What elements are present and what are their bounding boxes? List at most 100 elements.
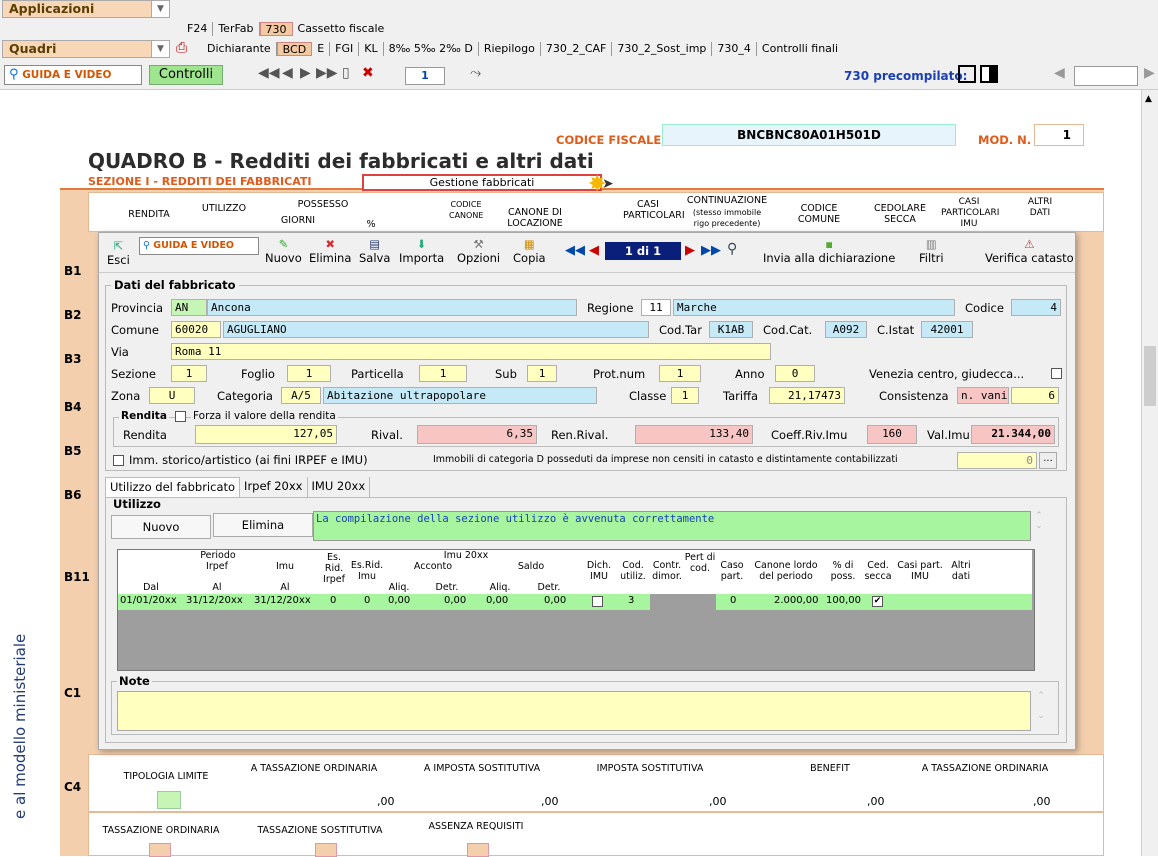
tab-730-2-sost-imp[interactable]: 730_2_Sost_imp <box>612 42 713 56</box>
delete-page-icon[interactable]: ✖ <box>362 65 374 81</box>
sub-field[interactable]: 1 <box>527 365 557 382</box>
categoria-desc-field[interactable]: Abitazione ultrapopolare <box>323 387 597 404</box>
first-record-icon[interactable]: ◀◀ <box>565 243 585 258</box>
c4-value-4[interactable]: ,00 <box>867 795 885 808</box>
tab-utilizzo-fabbricato[interactable]: Utilizzo del fabbricato <box>105 477 241 497</box>
rendita-field[interactable]: 127,05 <box>195 425 337 444</box>
particella-field[interactable]: 1 <box>419 365 467 382</box>
c4-value-1[interactable]: ,00 <box>377 795 395 808</box>
tab-f24[interactable]: F24 <box>182 22 214 36</box>
next-page-icon[interactable]: ▶ <box>300 65 311 81</box>
storico-checkbox[interactable] <box>113 455 124 466</box>
note-scroll[interactable]: ⌃ ⌄ <box>1033 691 1049 731</box>
last-page-icon[interactable]: ▶▶ <box>316 65 338 81</box>
cell-dich-imu-checkbox[interactable] <box>592 596 603 607</box>
scroll-left-icon[interactable]: ◀ <box>1054 65 1065 81</box>
renrival-field[interactable]: 133,40 <box>635 425 753 444</box>
controlli-button[interactable]: Controlli <box>149 65 223 85</box>
goto-page-icon[interactable]: ⤳ <box>470 65 481 81</box>
chevron-down-icon[interactable]: ▼ <box>151 1 169 17</box>
prev-record-icon[interactable]: ◀ <box>589 243 599 258</box>
scroll-right-icon[interactable]: ▶ <box>1144 65 1155 81</box>
protnum-field[interactable]: 1 <box>659 365 701 382</box>
gestione-fabbricati-button[interactable]: Gestione fabbricati <box>362 174 602 191</box>
regione-name-field[interactable]: Marche <box>673 299 955 316</box>
split-window-icon[interactable] <box>980 65 998 83</box>
mod-n-field[interactable]: 1 <box>1034 124 1084 146</box>
tab-fgi[interactable]: FGI <box>330 42 360 56</box>
scrollbar-thumb[interactable] <box>1144 346 1156 406</box>
quadri-combo[interactable]: Quadri ▼ <box>2 40 170 58</box>
sezione-field[interactable]: 1 <box>171 365 207 382</box>
search-input[interactable] <box>1074 66 1138 86</box>
via-field[interactable]: Roma 11 <box>171 343 771 360</box>
table-row[interactable]: 01/01/20xx 31/12/20xx 31/12/20xx 0 0 0,0… <box>118 594 1032 610</box>
cell-ced-secca-checkbox[interactable]: ✔ <box>872 596 883 607</box>
c4-value-2[interactable]: ,00 <box>541 795 559 808</box>
page-number-field[interactable]: 1 <box>405 67 445 85</box>
foglio-field[interactable]: 1 <box>287 365 331 382</box>
utilizzo-nuovo-button[interactable]: Nuovo <box>111 515 211 539</box>
codtar-field[interactable]: K1AB <box>709 321 753 338</box>
valimu-field[interactable]: 21.344,00 <box>971 425 1055 444</box>
tab-controlli-finali[interactable]: Controlli finali <box>757 42 843 56</box>
salva-button[interactable]: ▤ Salva <box>359 237 390 265</box>
prev-page-icon[interactable]: ◀ <box>282 65 293 81</box>
new-page-icon[interactable]: ▯ <box>342 65 350 81</box>
esci-button[interactable]: ⇱ Esci <box>107 239 130 267</box>
note-textarea[interactable] <box>117 691 1031 731</box>
status-scroll[interactable]: ⌃ ⌄ <box>1031 511 1047 541</box>
regione-code-field[interactable]: 11 <box>641 299 671 316</box>
search-icon[interactable]: ⚲ <box>727 241 737 257</box>
pdf-icon[interactable]: ⎙ <box>176 40 187 56</box>
vertical-scrollbar[interactable]: ▲ <box>1141 90 1158 856</box>
zona-field[interactable]: U <box>149 387 195 404</box>
tipologia-limite-field[interactable] <box>157 791 181 809</box>
tab-imu[interactable]: IMU 20xx <box>308 477 371 497</box>
coeff-field[interactable]: 160 <box>867 425 917 444</box>
catd-more-button[interactable]: ... <box>1039 452 1057 469</box>
tariffa-field[interactable]: 21,17473 <box>769 387 845 404</box>
tab-e[interactable]: E <box>312 42 331 56</box>
provincia-code-field[interactable]: AN <box>171 299 207 316</box>
venezia-checkbox[interactable] <box>1051 368 1062 379</box>
importa-button[interactable]: ⬇ Importa <box>399 237 444 265</box>
filtri-button[interactable]: ▥ Filtri <box>919 237 944 265</box>
c4-value-5[interactable]: ,00 <box>1033 795 1051 808</box>
window-icon[interactable] <box>958 65 976 83</box>
verifica-catasto-button[interactable]: ⚠ Verifica catasto <box>985 237 1074 265</box>
copia-button[interactable]: ▦ Copia <box>513 237 546 265</box>
comune-name-field[interactable]: AGUGLIANO <box>223 321 649 338</box>
applicazioni-combo[interactable]: Applicazioni ▼ <box>2 0 170 18</box>
catd-field[interactable]: 0 <box>957 452 1037 469</box>
tab-kl[interactable]: KL <box>359 42 384 56</box>
rival-field[interactable]: 6,35 <box>417 425 537 444</box>
tab-730[interactable]: 730 <box>259 22 293 36</box>
codice-field[interactable]: 4 <box>1011 299 1061 316</box>
scroll-up-icon[interactable]: ▲ <box>1145 94 1152 104</box>
tab-terfab[interactable]: TerFab <box>213 22 260 36</box>
c4-value-3[interactable]: ,00 <box>709 795 727 808</box>
guida-video-button[interactable]: ⚲ GUIDA E VIDEO <box>4 65 142 85</box>
last-record-icon[interactable]: ▶▶ <box>701 243 721 258</box>
chevron-down-icon[interactable]: ▼ <box>151 41 169 57</box>
tab-irpef[interactable]: Irpef 20xx <box>240 477 308 497</box>
comune-cap-field[interactable]: 60020 <box>171 321 221 338</box>
provincia-name-field[interactable]: Ancona <box>207 299 577 316</box>
consistenza-unit-field[interactable]: n. vani <box>957 387 1009 404</box>
consistenza-field[interactable]: 6 <box>1011 387 1059 404</box>
elimina-button[interactable]: ✖ Elimina <box>309 237 351 265</box>
codice-fiscale-field[interactable]: BNCBNC80A01H501D <box>662 124 956 146</box>
first-page-icon[interactable]: ◀◀ <box>258 65 280 81</box>
tab-bcd[interactable]: BCD <box>276 42 313 56</box>
dialog-guida-video-button[interactable]: ⚲ GUIDA E VIDEO <box>139 237 259 255</box>
assenza-requisiti-check[interactable] <box>467 843 489 857</box>
opzioni-button[interactable]: ⚒ Opzioni <box>457 237 500 265</box>
next-record-icon[interactable]: ▶ <box>685 243 695 258</box>
tab-cassetto-fiscale[interactable]: Cassetto fiscale <box>293 22 390 36</box>
anno-field[interactable]: 0 <box>775 365 815 382</box>
tab-dichiarante[interactable]: Dichiarante <box>202 42 277 56</box>
tab-riepilogo[interactable]: Riepilogo <box>479 42 541 56</box>
tab-8-5-2-d[interactable]: 8‰ 5‰ 2‰ D <box>384 42 479 56</box>
invia-dichiarazione-button[interactable]: ▪ Invia alla dichiarazione <box>763 237 895 265</box>
